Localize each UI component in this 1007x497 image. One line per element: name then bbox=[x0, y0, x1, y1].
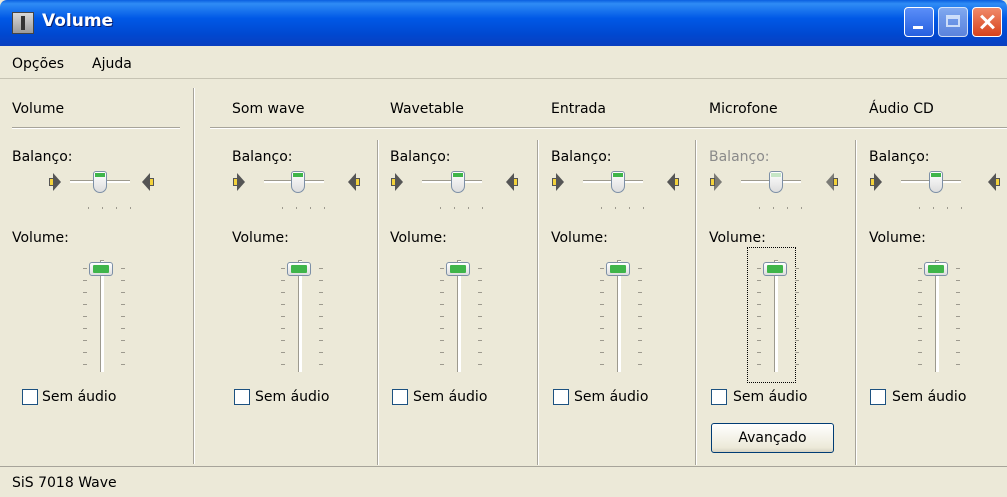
right-speaker-icon bbox=[988, 173, 1000, 191]
mute-checkbox[interactable] bbox=[711, 389, 727, 405]
volume-ticks-left bbox=[757, 268, 761, 370]
volume-label: Volume: bbox=[12, 230, 69, 246]
volume-ticks-right bbox=[795, 268, 799, 370]
mute-label[interactable]: Sem áudio bbox=[413, 389, 487, 405]
left-speaker-icon bbox=[49, 173, 61, 191]
columns-rule bbox=[210, 127, 1007, 129]
status-bar: SiS 7018 Wave bbox=[0, 466, 1007, 497]
column-name: Entrada bbox=[551, 101, 607, 117]
mute-label[interactable]: Sem áudio bbox=[574, 389, 648, 405]
balance-ticks bbox=[919, 207, 963, 209]
balance-label: Balanço: bbox=[232, 149, 293, 165]
balance-slider[interactable] bbox=[93, 171, 107, 193]
volume-track bbox=[457, 260, 461, 372]
column-separator bbox=[537, 140, 539, 465]
volume-slider[interactable] bbox=[446, 262, 470, 276]
balance-slider[interactable] bbox=[291, 171, 305, 193]
mute-label[interactable]: Sem áudio bbox=[892, 389, 966, 405]
volume-slider[interactable] bbox=[287, 262, 311, 276]
master-separator bbox=[193, 88, 195, 464]
left-speaker-icon bbox=[233, 173, 245, 191]
volume-track bbox=[100, 260, 104, 372]
right-speaker-icon bbox=[826, 173, 838, 191]
right-speaker-icon bbox=[506, 173, 518, 191]
mute-checkbox[interactable] bbox=[870, 389, 886, 405]
volume-ticks-right bbox=[319, 268, 323, 370]
volume-ticks-left bbox=[83, 268, 87, 370]
volume-slider[interactable] bbox=[606, 262, 630, 276]
mute-checkbox[interactable] bbox=[22, 389, 38, 405]
volume-ticks-left bbox=[440, 268, 444, 370]
volume-ticks-right bbox=[478, 268, 482, 370]
column-name: Microfone bbox=[709, 101, 778, 117]
balance-ticks bbox=[88, 207, 132, 209]
mute-label[interactable]: Sem áudio bbox=[42, 389, 116, 405]
left-speaker-icon bbox=[391, 173, 403, 191]
column-name: Wavetable bbox=[390, 101, 464, 117]
balance-slider bbox=[769, 171, 783, 193]
maximize-button bbox=[938, 7, 968, 37]
column-rule bbox=[12, 127, 180, 129]
volume-track bbox=[617, 260, 621, 372]
window-title: Volume bbox=[42, 11, 114, 31]
balance-label: Balanço: bbox=[12, 149, 73, 165]
volume-slider[interactable] bbox=[924, 262, 948, 276]
volume-label: Volume: bbox=[709, 230, 766, 246]
column-separator bbox=[855, 140, 857, 465]
left-speaker-icon bbox=[552, 173, 564, 191]
column-name: Áudio CD bbox=[869, 101, 934, 117]
volume-track bbox=[298, 260, 302, 372]
balance-label: Balanço: bbox=[869, 149, 930, 165]
title-bar[interactable]: Volume bbox=[0, 0, 1007, 46]
volume-label: Volume: bbox=[869, 230, 926, 246]
column-separator bbox=[377, 140, 379, 465]
balance-ticks bbox=[759, 207, 803, 209]
volume-ticks-left bbox=[281, 268, 285, 370]
volume-ticks-right bbox=[956, 268, 960, 370]
menu-ajuda[interactable]: Ajuda bbox=[92, 56, 132, 72]
volume-label: Volume: bbox=[232, 230, 289, 246]
volume-ticks-left bbox=[918, 268, 922, 370]
balance-ticks bbox=[440, 207, 484, 209]
balance-label: Balanço: bbox=[390, 149, 451, 165]
balance-slider[interactable] bbox=[929, 171, 943, 193]
left-speaker-icon bbox=[870, 173, 882, 191]
volume-track bbox=[774, 260, 778, 372]
volume-slider[interactable] bbox=[763, 262, 787, 276]
volume-ticks-right bbox=[638, 268, 642, 370]
balance-ticks bbox=[601, 207, 645, 209]
balance-ticks bbox=[282, 207, 326, 209]
mute-label[interactable]: Sem áudio bbox=[255, 389, 329, 405]
column-name: Som wave bbox=[232, 101, 305, 117]
volume-label: Volume: bbox=[551, 230, 608, 246]
volume-ticks-right bbox=[121, 268, 125, 370]
balance-label: Balanço: bbox=[551, 149, 612, 165]
volume-window: Volume Opções Ajuda Volume Balanço: Volu… bbox=[0, 0, 1007, 497]
mute-checkbox[interactable] bbox=[392, 389, 408, 405]
volume-label: Volume: bbox=[390, 230, 447, 246]
left-speaker-icon bbox=[710, 173, 722, 191]
balance-slider[interactable] bbox=[451, 171, 465, 193]
mute-checkbox[interactable] bbox=[234, 389, 250, 405]
column-name: Volume bbox=[12, 101, 65, 117]
volume-app-icon bbox=[12, 12, 34, 34]
advanced-button[interactable]: Avançado bbox=[711, 423, 834, 453]
balance-label: Balanço: bbox=[709, 149, 770, 165]
minimize-button[interactable] bbox=[904, 7, 934, 37]
column-separator bbox=[695, 140, 697, 465]
menu-bar: Opções Ajuda bbox=[0, 48, 1007, 79]
volume-slider[interactable] bbox=[89, 262, 113, 276]
device-name: SiS 7018 Wave bbox=[12, 475, 117, 491]
menu-opcoes[interactable]: Opções bbox=[12, 56, 64, 72]
mute-label[interactable]: Sem áudio bbox=[733, 389, 807, 405]
balance-slider[interactable] bbox=[611, 171, 625, 193]
right-speaker-icon bbox=[348, 173, 360, 191]
close-button[interactable] bbox=[972, 7, 1002, 37]
right-speaker-icon bbox=[667, 173, 679, 191]
volume-track bbox=[935, 260, 939, 372]
volume-ticks-left bbox=[600, 268, 604, 370]
right-speaker-icon bbox=[142, 173, 154, 191]
mute-checkbox[interactable] bbox=[553, 389, 569, 405]
